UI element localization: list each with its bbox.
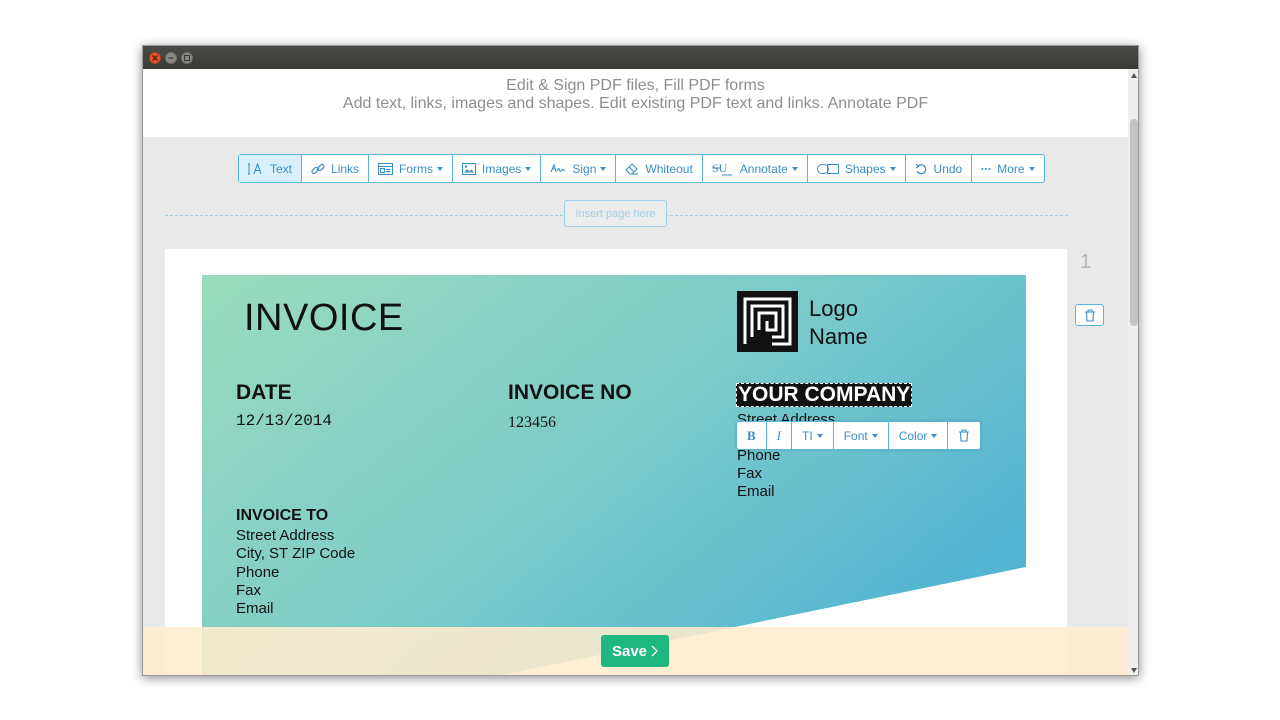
chevron-down-icon (437, 167, 444, 171)
maximize-icon (183, 54, 191, 62)
shapes-tool-button[interactable]: Shapes (808, 155, 906, 182)
image-icon (462, 162, 477, 175)
font-size-button[interactable]: TI (792, 422, 834, 449)
undo-tool-label: Undo (933, 161, 963, 176)
vertical-scrollbar[interactable] (1128, 69, 1138, 675)
title-bar (143, 46, 1138, 69)
more-tool-label: More (997, 161, 1025, 176)
font-button[interactable]: Font (834, 422, 889, 449)
editor-viewport: Edit & Sign PDF files, Fill PDF forms Ad… (143, 69, 1128, 675)
whiteout-tool-label: Whiteout (645, 161, 693, 176)
links-tool-button[interactable]: Links (302, 155, 370, 182)
scrollbar-thumb[interactable] (1130, 119, 1138, 326)
signature-icon (550, 162, 566, 175)
save-footer: Save (143, 627, 1128, 675)
app-window: Edit & Sign PDF files, Fill PDF forms Ad… (142, 45, 1139, 676)
scroll-down-icon[interactable] (1131, 668, 1137, 673)
to-street[interactable]: Street Address (236, 527, 355, 545)
chevron-down-icon (791, 167, 798, 171)
logo-line2: Name (809, 324, 868, 349)
trash-icon (1084, 308, 1095, 322)
save-button[interactable]: Save (601, 635, 669, 667)
company-email[interactable]: Email (737, 483, 780, 501)
header-description: Add text, links, images and shapes. Edit… (342, 95, 929, 112)
close-icon (152, 55, 158, 61)
delete-text-button[interactable] (948, 422, 980, 449)
undo-icon (915, 163, 928, 175)
main-toolbar: Text Links Forms Images Sign Whiteout SU… (238, 154, 1045, 183)
date-value[interactable]: 12/13/2014 (236, 412, 332, 430)
minimize-icon (168, 57, 174, 59)
text-icon (248, 162, 264, 175)
trash-icon (959, 429, 970, 442)
chevron-down-icon (871, 434, 878, 438)
forms-tool-button[interactable]: Forms (369, 155, 454, 182)
page-number: 1 (1080, 251, 1092, 273)
invoice-no-value[interactable]: 123456 (508, 414, 556, 432)
to-email[interactable]: Email (236, 600, 355, 618)
to-phone[interactable]: Phone (236, 564, 355, 582)
sign-tool-button[interactable]: Sign (541, 155, 617, 182)
logo-icon (737, 291, 798, 352)
company-name-selected[interactable]: YOUR COMPANY (736, 383, 913, 407)
pdf-page: INVOICE Logo Name DATE 12/13/2014 INVOIC… (165, 249, 1067, 675)
more-tool-button[interactable]: More (972, 155, 1043, 182)
chevron-down-icon (816, 434, 823, 438)
invoice-to-address: Street Address City, ST ZIP Code Phone F… (236, 527, 355, 618)
company-fax[interactable]: Fax (737, 465, 780, 483)
eraser-icon (625, 162, 639, 175)
company-street[interactable]: Street Address (737, 411, 835, 421)
font-size-icon: TI (802, 428, 813, 443)
images-tool-label: Images (482, 161, 522, 176)
to-fax[interactable]: Fax (236, 582, 355, 600)
bold-button[interactable]: B (737, 422, 767, 449)
form-icon (378, 162, 394, 175)
invoice-to-label: INVOICE TO (236, 507, 329, 524)
chevron-down-icon (600, 167, 607, 171)
text-tool-label: Text (270, 161, 293, 176)
undo-tool-button[interactable]: Undo (906, 155, 973, 182)
text-format-toolbar: B I TI Font Color (736, 421, 982, 450)
minimize-window-button[interactable] (165, 52, 177, 64)
chevron-down-icon (525, 167, 532, 171)
text-tool-button[interactable]: Text (239, 155, 303, 182)
chevron-down-icon (931, 434, 938, 438)
link-icon (311, 162, 325, 176)
company-contact: Phone Fax Email (737, 447, 780, 501)
shapes-icon (816, 163, 839, 175)
color-button[interactable]: Color (889, 422, 949, 449)
shapes-tool-label: Shapes (844, 161, 886, 176)
maximize-window-button[interactable] (181, 52, 193, 64)
chevron-right-icon (651, 645, 658, 657)
logo-name: Logo Name (809, 295, 868, 351)
links-tool-label: Links (331, 161, 360, 176)
italic-button[interactable]: I (767, 422, 793, 449)
header-tagline: Edit & Sign PDF files, Fill PDF forms (506, 77, 765, 94)
invoice-title: INVOICE (244, 297, 404, 339)
annotate-icon: SU (711, 162, 734, 176)
to-city[interactable]: City, ST ZIP Code (236, 545, 355, 563)
chevron-down-icon (1028, 167, 1035, 171)
sign-tool-label: Sign (572, 161, 597, 176)
invoice-document: INVOICE Logo Name DATE 12/13/2014 INVOIC… (202, 275, 1026, 675)
whiteout-tool-button[interactable]: Whiteout (616, 155, 703, 182)
date-label: DATE (236, 381, 292, 404)
scroll-up-icon[interactable] (1131, 73, 1137, 78)
font-label: Font (843, 428, 868, 443)
forms-tool-label: Forms (399, 161, 434, 176)
images-tool-button[interactable]: Images (453, 155, 542, 182)
invoice-no-label: INVOICE NO (508, 381, 632, 404)
chevron-down-icon (889, 167, 896, 171)
logo-line1: Logo (809, 296, 858, 321)
delete-page-button[interactable] (1075, 304, 1104, 326)
ellipsis-icon (981, 167, 991, 171)
annotate-tool-button[interactable]: SU Annotate (703, 155, 808, 182)
page-header: Edit & Sign PDF files, Fill PDF forms Ad… (143, 69, 1128, 137)
insert-page-button[interactable]: Insert page here (564, 200, 667, 227)
save-label: Save (611, 642, 648, 660)
annotate-tool-label: Annotate (739, 161, 788, 176)
color-label: Color (898, 428, 928, 443)
close-window-button[interactable] (149, 52, 161, 64)
